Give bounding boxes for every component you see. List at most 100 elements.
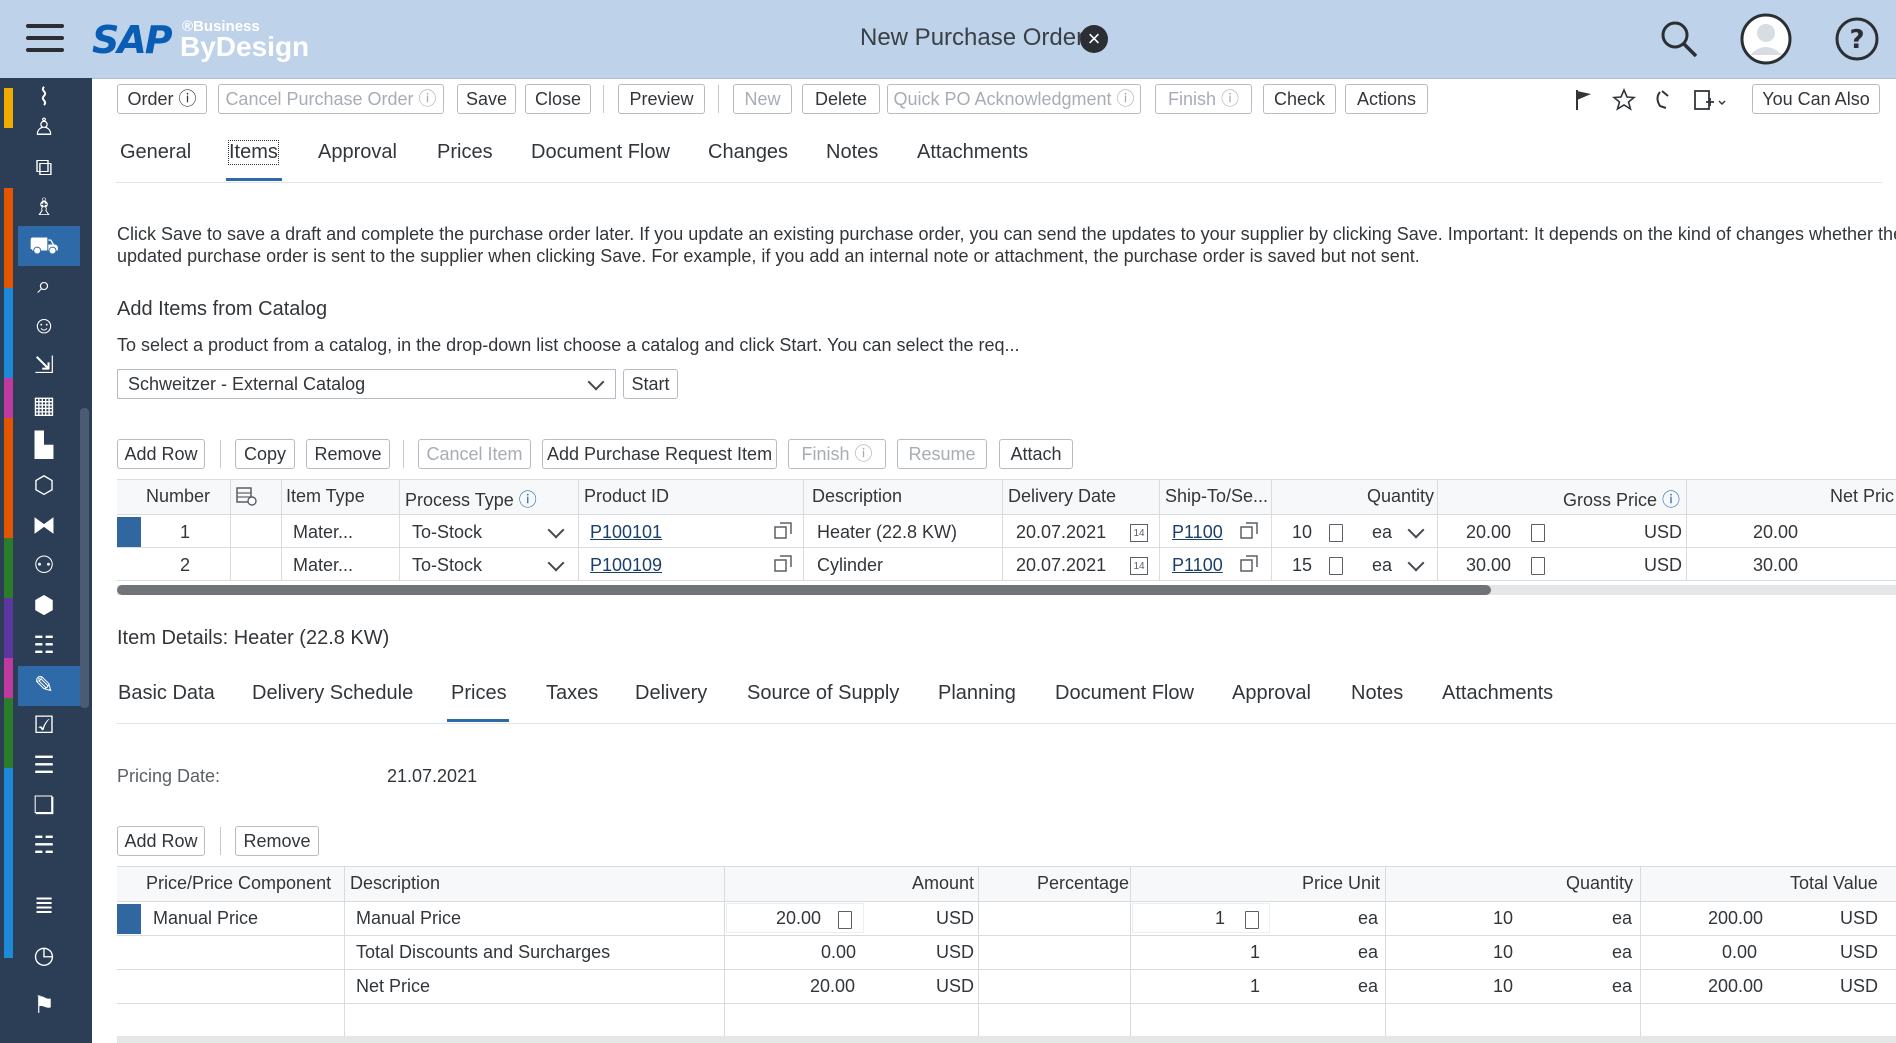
help-icon[interactable]: ⓘ <box>519 490 537 510</box>
avatar-icon[interactable] <box>1740 13 1792 65</box>
chevron-down-icon[interactable] <box>547 521 565 539</box>
col-description[interactable]: Description <box>812 486 902 507</box>
product-id-link[interactable]: P100101 <box>590 522 662 543</box>
cell-price-unit[interactable]: 1 <box>1215 908 1225 929</box>
row-selected-marker[interactable] <box>117 904 141 934</box>
flow-icon[interactable]: ⇲ <box>28 350 60 382</box>
tab-notes[interactable]: Notes <box>826 141 878 164</box>
tab-attachments[interactable]: Attachments <box>917 141 1028 164</box>
col-delivery-date[interactable]: Delivery Date <box>1008 486 1116 507</box>
cell-process-type[interactable]: To-Stock <box>412 555 482 576</box>
new-document-dropdown-icon[interactable] <box>1692 88 1728 112</box>
open-value-help-icon[interactable] <box>774 555 792 573</box>
tab-approval[interactable]: Approval <box>318 141 397 164</box>
add-purchase-request-item-button[interactable]: Add Purchase Request Item <box>542 439 777 469</box>
cube-icon[interactable]: ⬢ <box>28 590 60 622</box>
chevron-down-icon[interactable] <box>1407 554 1425 572</box>
factory-icon[interactable]: ▙ <box>28 430 60 462</box>
delete-button[interactable]: Delete <box>802 84 880 114</box>
finish-button[interactable]: Finish ⓘ <box>1155 84 1252 114</box>
detail-tab-planning[interactable]: Planning <box>938 682 1016 705</box>
org-structure-icon[interactable]: ♙ <box>28 112 60 144</box>
cell-quantity[interactable]: 15 <box>1292 555 1312 576</box>
menu-icon[interactable] <box>26 24 64 54</box>
horizontal-scrollbar-thumb[interactable] <box>117 585 1491 595</box>
table-settings-icon[interactable] <box>235 486 257 506</box>
col-product-id[interactable]: Product ID <box>584 486 669 507</box>
user-check-icon[interactable]: ☺ <box>28 310 60 342</box>
cell-delivery-date[interactable]: 20.07.2021 <box>1016 522 1106 543</box>
purchasing-icon[interactable]: ⛟ <box>28 230 60 262</box>
price-remove-button[interactable]: Remove <box>235 826 319 856</box>
product-id-link[interactable]: P100109 <box>590 555 662 576</box>
ship-to-link[interactable]: P1100 <box>1172 522 1223 543</box>
calculator-icon[interactable] <box>838 911 852 929</box>
detail-tab-attachments[interactable]: Attachments <box>1442 682 1553 705</box>
row-selected-marker[interactable] <box>117 517 141 547</box>
cancel-item-button[interactable]: Cancel Item <box>418 439 531 469</box>
people-icon[interactable]: ♗ <box>28 192 60 224</box>
checkbox-icon[interactable]: ☑ <box>28 710 60 742</box>
actions-button[interactable]: Actions <box>1345 84 1428 114</box>
cell-process-type[interactable]: To-Stock <box>412 522 482 543</box>
col-percentage[interactable]: Percentage <box>1037 873 1129 894</box>
detail-tab-approval[interactable]: Approval <box>1232 682 1311 705</box>
workcenter-icon-1[interactable]: ⌇ <box>28 82 60 114</box>
col-process-type[interactable]: Process Type ⓘ <box>405 486 537 512</box>
attach-button[interactable]: Attach <box>999 439 1073 469</box>
detail-tab-notes[interactable]: Notes <box>1351 682 1403 705</box>
cell-quantity[interactable]: 10 <box>1292 522 1312 543</box>
cell-amount[interactable]: 20.00 <box>776 908 821 929</box>
sidebar-scrollbar[interactable] <box>80 408 89 708</box>
tab-general[interactable]: General <box>120 141 191 164</box>
package-icon[interactable]: ⬡ <box>28 470 60 502</box>
calendar-icon[interactable]: ▦ <box>28 390 60 422</box>
calculator-icon[interactable] <box>1329 557 1343 575</box>
tab-document-flow[interactable]: Document Flow <box>531 141 670 164</box>
detail-tab-source-of-supply[interactable]: Source of Supply <box>747 682 899 705</box>
calendar-icon[interactable]: 14 <box>1130 557 1148 575</box>
tab-changes[interactable]: Changes <box>708 141 788 164</box>
remove-button[interactable]: Remove <box>306 439 390 469</box>
cell-gross-price[interactable]: 30.00 <box>1466 555 1511 576</box>
catalog-select[interactable]: Schweitzer - External Catalog <box>117 369 616 399</box>
cancel-po-button[interactable]: Cancel Purchase Order ⓘ <box>218 84 444 114</box>
clock-icon[interactable]: ◷ <box>28 940 60 972</box>
col-net-price[interactable]: Net Pric <box>1830 486 1894 507</box>
cell-delivery-date[interactable]: 20.07.2021 <box>1016 555 1106 576</box>
price-add-row-button[interactable]: Add Row <box>117 826 205 856</box>
ship-to-link[interactable]: P1100 <box>1172 555 1223 576</box>
edit-document-icon[interactable]: ✎ <box>28 670 60 702</box>
calculator-icon[interactable] <box>1245 911 1259 929</box>
open-value-help-icon[interactable] <box>774 522 792 540</box>
detail-tab-document-flow[interactable]: Document Flow <box>1055 682 1194 705</box>
cell-gross-price[interactable]: 20.00 <box>1466 522 1511 543</box>
detail-tab-delivery[interactable]: Delivery <box>635 682 707 705</box>
save-button[interactable]: Save <box>457 84 516 114</box>
clipboard-icon[interactable]: ☰ <box>28 750 60 782</box>
col-number[interactable]: Number <box>146 486 210 507</box>
refresh-icon[interactable] <box>1652 88 1676 112</box>
check-button[interactable]: Check <box>1263 84 1336 114</box>
you-can-also-button[interactable]: You Can Also <box>1752 84 1880 114</box>
chevron-down-icon[interactable] <box>1407 521 1425 539</box>
quick-po-ack-button[interactable]: Quick PO Acknowledgment ⓘ <box>887 84 1141 114</box>
tab-items[interactable]: Items <box>228 140 279 165</box>
col-amount[interactable]: Amount <box>912 873 974 894</box>
col-quantity[interactable]: Quantity <box>1367 486 1434 507</box>
cell-unit[interactable]: ea <box>1372 522 1392 543</box>
col-price-quantity[interactable]: Quantity <box>1566 873 1633 894</box>
item-finish-button[interactable]: Finish ⓘ <box>788 439 886 469</box>
star-icon[interactable] <box>1612 88 1636 112</box>
open-value-help-icon[interactable] <box>1240 522 1258 540</box>
price-table-scrollbar[interactable] <box>117 1036 1896 1043</box>
calculator-icon[interactable] <box>1329 524 1343 542</box>
resume-button[interactable]: Resume <box>897 439 987 469</box>
close-button[interactable]: Close <box>525 84 591 114</box>
col-price-component[interactable]: Price/Price Component <box>146 873 331 894</box>
tab-prices[interactable]: Prices <box>437 141 493 164</box>
calendar-icon[interactable]: 14 <box>1130 524 1148 542</box>
close-icon[interactable]: × <box>1080 25 1108 53</box>
task-list-icon[interactable]: ☵ <box>28 830 60 862</box>
detail-tab-prices[interactable]: Prices <box>451 682 507 705</box>
